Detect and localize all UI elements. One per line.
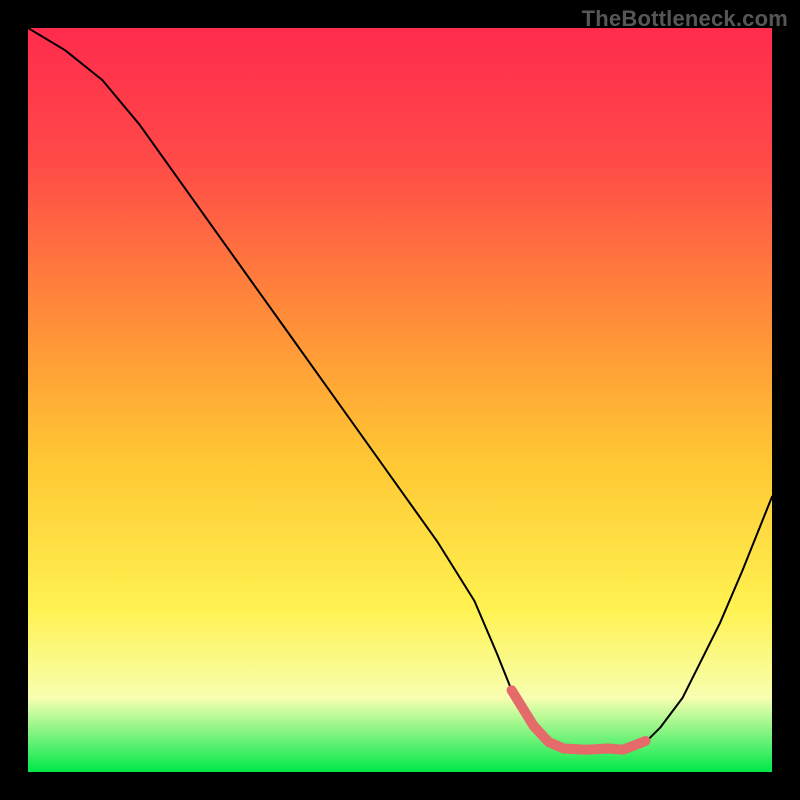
bottleneck-chart: [28, 28, 772, 772]
chart-frame: TheBottleneck.com: [0, 0, 800, 800]
gradient-background: [28, 28, 772, 772]
